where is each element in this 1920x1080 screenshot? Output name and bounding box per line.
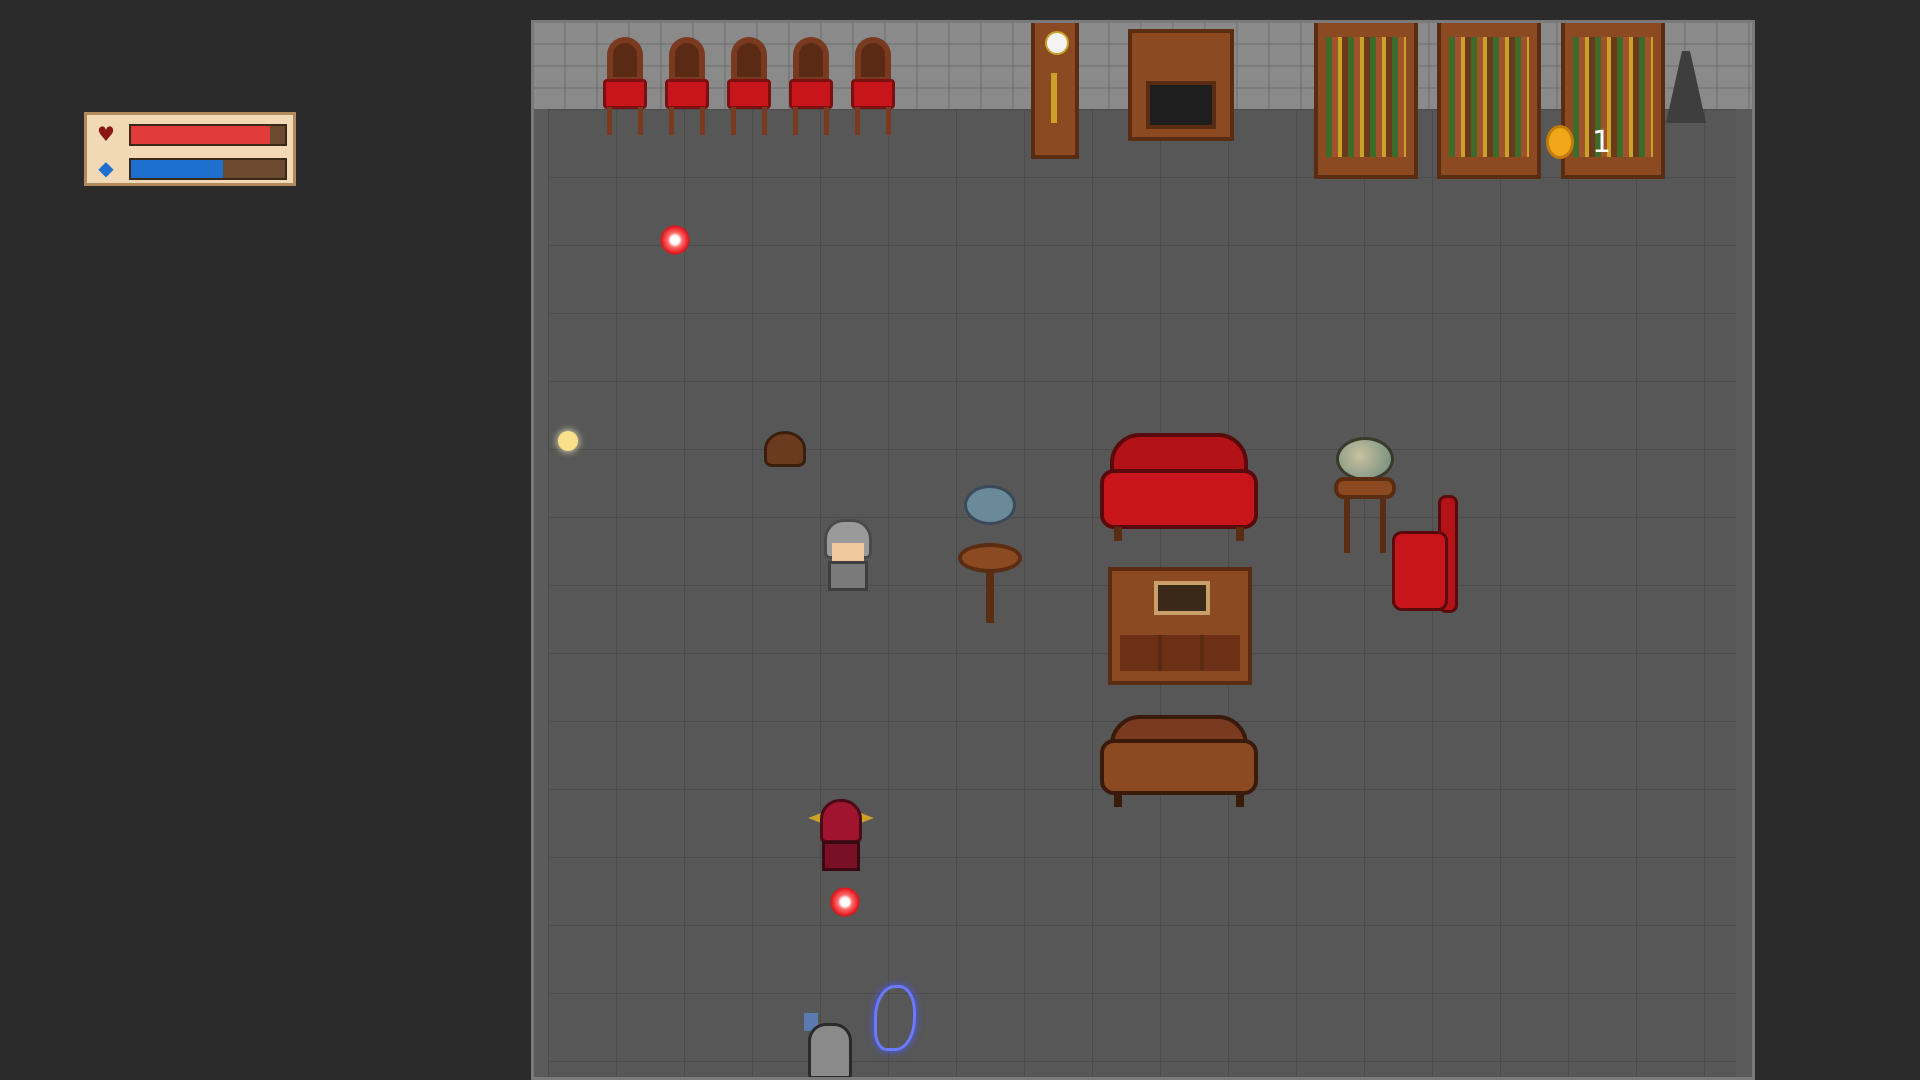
tray-icon bbox=[1154, 581, 1210, 615]
red-sofa bbox=[1100, 433, 1258, 545]
clock-face-icon bbox=[1045, 31, 1069, 55]
armored-knight-enemy bbox=[800, 1013, 856, 1080]
fireplace-opening bbox=[1146, 81, 1216, 129]
health-bar: ♥ bbox=[95, 121, 291, 147]
red-chair bbox=[603, 37, 647, 137]
round-side-table bbox=[958, 485, 1022, 625]
red-chair bbox=[727, 37, 771, 137]
mana-fill bbox=[131, 160, 223, 178]
coin-counter: 1 bbox=[1546, 123, 1636, 163]
red-chair bbox=[851, 37, 895, 137]
mana-bar: ◆ bbox=[95, 155, 291, 181]
heart-icon: ♥ bbox=[95, 123, 117, 145]
game-room: 1 bbox=[531, 20, 1755, 1080]
red-chair bbox=[789, 37, 833, 137]
pendulum-icon bbox=[1051, 73, 1057, 123]
coffee-table bbox=[1108, 567, 1252, 685]
brown-hedgehog-enemy bbox=[764, 431, 806, 467]
player-knight[interactable] bbox=[822, 519, 874, 593]
globe-stand bbox=[1332, 437, 1398, 555]
health-fill bbox=[131, 126, 270, 144]
red-horned-knight-enemy bbox=[808, 799, 874, 877]
mana-track bbox=[129, 158, 287, 180]
lightning-spark-icon bbox=[874, 985, 916, 1051]
red-chair bbox=[665, 37, 709, 137]
health-track bbox=[129, 124, 287, 146]
red-fireball bbox=[660, 225, 690, 255]
red-armchair bbox=[1392, 495, 1462, 621]
bookshelf bbox=[1314, 20, 1418, 179]
diamond-icon: ◆ bbox=[95, 157, 117, 179]
red-fireball bbox=[830, 887, 860, 917]
brown-sofa bbox=[1100, 715, 1258, 811]
bookshelf bbox=[1437, 20, 1541, 179]
coin-icon bbox=[1546, 125, 1574, 159]
fireplace bbox=[1128, 29, 1234, 141]
player-status-panel: ♥ ◆ bbox=[84, 112, 296, 186]
yellow-spark bbox=[558, 431, 578, 451]
coin-count: 1 bbox=[1592, 123, 1611, 163]
grandfather-clock bbox=[1031, 20, 1079, 159]
